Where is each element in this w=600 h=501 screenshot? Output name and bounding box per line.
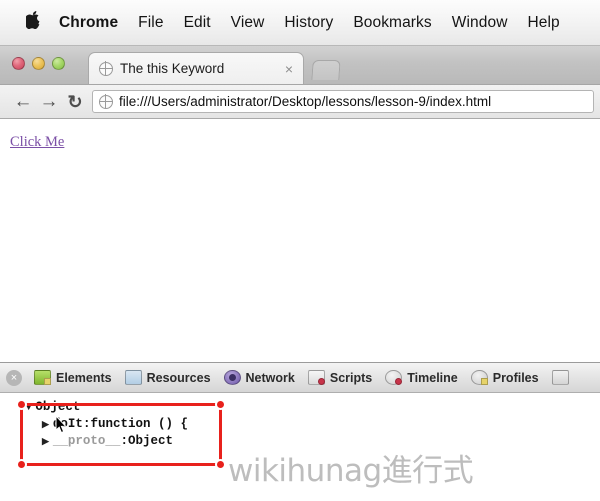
menu-item-help[interactable]: Help [528,14,560,32]
scripts-icon [307,370,325,385]
property-value: function () { [90,417,188,431]
tab-title: The this Keyword [120,61,225,76]
network-icon [223,370,241,385]
devtools-tab-label: Timeline [407,370,458,385]
macos-menu-bar: Chrome File Edit View History Bookmarks … [0,0,600,46]
menu-item-edit[interactable]: Edit [184,14,211,32]
profiles-icon [470,370,488,385]
devtools-tab-label: Network [245,370,295,385]
devtools-tab-label: Scripts [329,370,373,385]
property-sep: : [82,417,91,431]
devtools-tab-resources[interactable]: Resources [124,370,211,385]
devtools-tab-audits[interactable] [551,370,574,385]
resources-icon [124,370,142,385]
new-tab-button[interactable] [311,60,341,80]
console-object-label: Object [35,400,81,414]
browser-window: The this Keyword × ← → ↻ file:///Users/a… [0,46,600,501]
globe-icon [98,61,114,76]
devtools-tab-label: Profiles [492,370,539,385]
tab-strip: The this Keyword × [0,46,600,85]
back-icon[interactable]: ← [10,92,36,111]
chevron-right-icon[interactable]: ▶ [42,434,49,450]
menu-item-file[interactable]: File [138,14,163,32]
window-controls [12,57,65,70]
console-object-root[interactable]: ▼ Object [26,399,600,416]
elements-icon [34,370,51,385]
menu-item-view[interactable]: View [231,14,265,32]
menu-item-window[interactable]: Window [452,14,508,32]
globe-icon [98,94,114,109]
devtools-tab-network[interactable]: Network [223,370,295,385]
timeline-icon [385,370,403,385]
devtools-tab-scripts[interactable]: Scripts [307,370,373,385]
devtools-tab-timeline[interactable]: Timeline [385,370,458,385]
minimize-window-button[interactable] [32,57,45,70]
chevron-right-icon[interactable]: ▶ [42,417,49,433]
property-sep: : [120,434,128,448]
apple-logo-icon[interactable] [24,10,41,33]
devtools-tab-label: Resources [146,370,211,385]
console-property-row[interactable]: ▶ doIt : function () { [26,416,600,433]
devtools-tab-label: Elements [56,370,112,385]
audits-icon [551,370,569,385]
close-icon[interactable]: × [283,62,295,76]
console-property-row[interactable]: ▶ __proto__ : Object [26,433,600,450]
chevron-down-icon[interactable]: ▼ [26,400,31,416]
url-text: file:///Users/administrator/Desktop/less… [119,94,492,109]
browser-tab[interactable]: The this Keyword × [88,52,304,84]
address-bar[interactable]: file:///Users/administrator/Desktop/less… [92,90,594,113]
devtools-toolbar: × Elements Resources Network Scripts Tim… [0,363,600,393]
property-name: doIt [52,417,83,431]
close-window-button[interactable] [12,57,25,70]
navigation-toolbar: ← → ↻ file:///Users/administrator/Deskto… [0,85,600,119]
devtools-tab-profiles[interactable]: Profiles [470,370,539,385]
menu-item-bookmarks[interactable]: Bookmarks [353,14,431,32]
watermark-text: wikihunag進行式 [228,453,474,489]
reload-icon[interactable]: ↻ [62,93,88,111]
menu-item-history[interactable]: History [284,14,333,32]
close-devtools-icon[interactable]: × [6,369,22,386]
property-value: Object [127,434,173,448]
property-name: __proto__ [52,434,121,448]
zoom-window-button[interactable] [52,57,65,70]
click-me-link[interactable]: Click Me [10,134,64,150]
forward-icon[interactable]: → [36,92,62,111]
page-viewport: Click Me [0,119,600,362]
menu-item-chrome[interactable]: Chrome [59,14,118,32]
devtools-tab-elements[interactable]: Elements [34,370,112,385]
